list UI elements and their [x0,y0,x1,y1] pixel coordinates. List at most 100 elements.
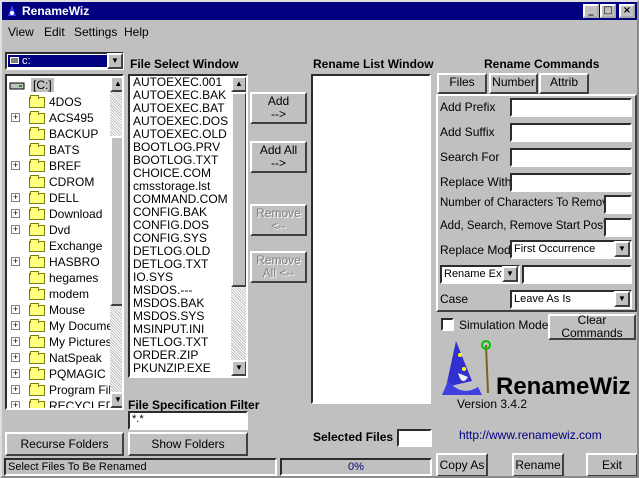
menu-bar: View Edit Settings Help [2,21,637,41]
tree-item[interactable]: CDROM [7,174,110,190]
remove-all-button[interactable]: Remove All <-- [250,251,307,283]
tree-item[interactable]: + RECYCLED [7,398,114,408]
drive-select[interactable]: c: ▼ [5,52,124,70]
scroll-thumb[interactable] [231,92,246,287]
scroll-down-arrow[interactable]: ▼ [231,360,246,376]
expand-icon[interactable]: + [11,321,20,330]
expand-icon[interactable]: + [11,257,20,266]
add-button[interactable]: Add --> [250,92,307,124]
tab-files[interactable]: Files [437,73,487,94]
menu-settings[interactable]: Settings [74,25,117,39]
tab-attrib[interactable]: Attrib [539,73,589,94]
expand-icon[interactable]: + [11,305,20,314]
close-button[interactable]: × [619,4,635,18]
expand-icon[interactable]: + [11,193,20,202]
tree-item-label: Exchange [49,239,103,253]
show-folders-button[interactable]: Show Folders [128,432,248,456]
tree-item[interactable]: BACKUP [7,126,110,142]
file-item[interactable]: PKUNZIP.EXE [131,362,231,375]
scroll-up-arrow[interactable]: ▲ [231,76,246,92]
expand-icon[interactable]: + [11,225,20,234]
folder-tree[interactable]: [C:] 4DOS + ACS495 BACKUP BATS + BREF CDROM + DEL… [5,74,124,410]
expand-icon[interactable]: + [11,113,20,122]
title-bar[interactable]: RenameWiz _ □ × [2,2,637,20]
expand-icon[interactable]: + [11,161,20,170]
menu-view[interactable]: View [8,25,34,39]
remove-button[interactable]: Remove <-- [250,204,307,236]
folder-icon [29,239,45,252]
add-prefix-input[interactable] [510,98,632,117]
menu-help[interactable]: Help [124,25,149,39]
tree-root[interactable]: [C:] [31,78,54,92]
tree-item[interactable]: + HASBRO [7,254,110,270]
chevron-down-icon[interactable]: ▼ [614,241,630,257]
tab-number[interactable]: Number [489,73,538,94]
scroll-up-arrow[interactable]: ▲ [110,76,122,92]
minimize-button[interactable]: _ [583,4,599,18]
rename-ext-input[interactable] [522,265,632,284]
tree-item-label: Mouse [49,303,86,317]
expand-icon[interactable]: + [11,385,20,394]
tree-item-label: My Pictures [49,335,112,349]
file-items: AUTOEXEC.001 AUTOEXEC.BAK AUTOEXEC.BAT AUTO… [131,76,231,375]
expand-icon[interactable]: + [11,337,20,346]
scroll-down-arrow[interactable]: ▼ [110,392,122,408]
chevron-down-icon[interactable]: ▼ [107,53,123,69]
simulation-label: Simulation Mode [459,318,549,332]
filter-input[interactable]: *.* [128,411,248,430]
copy-as-button[interactable]: Copy As [436,453,488,476]
expand-icon[interactable]: + [11,353,20,362]
tree-item[interactable]: 4DOS [7,94,110,110]
tree-item[interactable]: + My Documen [7,318,120,334]
chevron-down-icon[interactable]: ▼ [502,266,518,282]
status-text: Select Files To Be Renamed [8,461,147,473]
tree-item[interactable]: modem [7,286,110,302]
tree-item[interactable]: + PQMAGIC [7,366,110,382]
tree-item[interactable]: + BREF [7,158,110,174]
tree-item-label: modem [49,287,90,301]
search-for-input[interactable] [510,148,632,167]
num-chars-input[interactable] [604,195,632,214]
drive-icon [10,57,19,64]
replace-mode-select[interactable]: First Occurrence ▼ [510,240,632,259]
folder-icon [29,191,45,204]
expand-icon[interactable]: + [11,369,20,378]
exit-button[interactable]: Exit [586,453,637,476]
chevron-down-icon[interactable]: ▼ [614,291,630,307]
tree-item[interactable]: Exchange [7,238,110,254]
add-suffix-input[interactable] [510,123,632,142]
expand-icon[interactable]: + [11,401,20,408]
tree-item[interactable]: + Dvd [7,222,110,238]
replace-with-input[interactable] [510,173,632,192]
file-vscrollbar[interactable]: ▲ ▼ [231,76,246,376]
num-chars-label: Number of Characters To Remove [440,197,615,209]
tree-item[interactable]: + NatSpeak [7,350,110,366]
tree-item[interactable]: + Program Files [7,382,122,398]
tree-vscrollbar[interactable]: ▲ ▼ [110,76,122,408]
tree-item[interactable]: hegames [7,270,110,286]
scroll-thumb[interactable] [110,136,122,306]
simulation-checkbox[interactable] [441,318,454,331]
brand-url[interactable]: http://www.renamewiz.com [459,428,602,442]
case-select[interactable]: Leave As Is ▼ [510,290,632,309]
tree-item[interactable]: + Download [7,206,110,222]
rename-commands-header: Rename Commands [484,57,600,71]
add-all-button[interactable]: Add All --> [250,141,307,173]
clear-commands-button[interactable]: Clear Commands [548,314,636,340]
brand-version: Version 3.4.2 [457,397,528,411]
tree-item[interactable]: + My Pictures [7,334,112,350]
tree-item[interactable]: + Mouse [7,302,110,318]
recurse-folders-button[interactable]: Recurse Folders [5,432,124,456]
tree-item[interactable]: + ACS495 [7,110,110,126]
tree-item[interactable]: + DELL [7,190,110,206]
start-pos-input[interactable] [604,218,632,237]
expand-icon[interactable]: + [11,209,20,218]
rename-list[interactable] [311,74,431,404]
menu-edit[interactable]: Edit [44,25,65,39]
rename-ext-select[interactable]: Rename Ext. ▼ [440,265,520,284]
maximize-button[interactable]: □ [600,4,616,18]
rename-button[interactable]: Rename [512,453,564,476]
tree-item[interactable]: BATS [7,142,110,158]
folder-icon [29,127,45,140]
file-select-list[interactable]: AUTOEXEC.001 AUTOEXEC.BAK AUTOEXEC.BAT AUTO… [128,74,248,378]
